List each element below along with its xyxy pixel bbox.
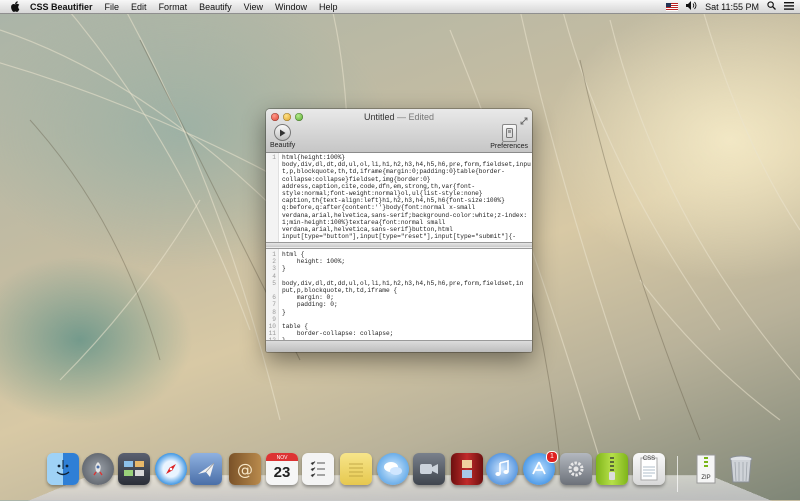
editor-window: Untitled — Edited Beautify Preferences 1… (266, 109, 532, 352)
menu-file[interactable]: File (105, 2, 120, 12)
volume-icon[interactable] (686, 1, 697, 12)
gear-icon[interactable] (560, 453, 592, 485)
preferences-button[interactable]: Preferences (490, 124, 528, 150)
code-line: 6 margin: 0; (272, 294, 334, 302)
calendar-day: 23 (273, 463, 291, 481)
code-line: caption,th{text-align:left}h1,h2,h3,h4,h… (282, 197, 505, 205)
css-document-icon[interactable]: CSS (633, 453, 665, 485)
beautify-button[interactable]: Beautify (270, 124, 295, 149)
dock: @ NOV 23 1 CSS ZIP (0, 451, 800, 500)
code-line: 1 html { (272, 251, 305, 258)
code-line: input[type="button"],input[type="reset"]… (282, 233, 516, 241)
calendar-month: NOV (276, 455, 288, 461)
pane-splitter[interactable] (266, 243, 532, 247)
menu-bar: CSS Beautifier File Edit Format Beautify… (0, 0, 800, 14)
code-line: style:normal;font-weight:normal}ol,ul{li… (282, 189, 483, 197)
code-line: 2 height: 100%; (272, 258, 346, 266)
preferences-label: Preferences (490, 143, 528, 150)
spotlight-search-icon[interactable] (767, 1, 776, 12)
code-line: put,p,blockquote,th,td,iframe { (282, 286, 398, 294)
apple-menu-icon[interactable] (10, 1, 22, 13)
code-line: verdana,arial,helvetica,sans-serif;backg… (282, 211, 528, 219)
calendar-icon[interactable]: NOV 23 (266, 453, 298, 485)
play-icon (274, 124, 292, 141)
window-status-bar (266, 340, 532, 352)
code-line: 4 (272, 272, 276, 280)
notification-center-icon[interactable] (784, 1, 794, 12)
us-flag-input-icon[interactable] (666, 2, 679, 11)
code-line: body,div,dl,dt,dd,ul,ol,li,h1,h2,h3,h4,h… (282, 161, 531, 169)
input-code-lines: 1 html{height:100%} body,div,dl,dt,dd,ul,… (266, 154, 532, 240)
menu-help[interactable]: Help (319, 2, 338, 12)
beautify-label: Beautify (270, 142, 296, 149)
app-store-icon[interactable]: 1 (523, 451, 558, 485)
input-css-editor[interactable]: 1 html{height:100%} body,div,dl,dt,dd,ul,… (266, 153, 532, 243)
code-line: q:before,q:after{content:''}body{font:no… (282, 204, 476, 212)
compass-icon[interactable] (155, 453, 187, 485)
finder-icon[interactable] (47, 453, 79, 485)
code-line: address,caption,cite,code,dfn,em,strong,… (282, 182, 476, 190)
zip-file-icon[interactable]: ZIP (690, 453, 722, 485)
code-line: 7 padding: 0; (272, 301, 338, 309)
code-line: 1;min-height:100%}textarea{font:normal s… (282, 218, 446, 226)
notepad-icon[interactable] (340, 453, 372, 485)
speech-bubbles-icon[interactable] (377, 453, 409, 485)
camera-icon[interactable] (413, 453, 445, 485)
menu-beautify[interactable]: Beautify (199, 2, 232, 12)
zip-file-label: ZIP (701, 475, 711, 481)
window-edited-indicator: — Edited (397, 112, 435, 122)
app-store-update-badge: 1 (546, 451, 558, 463)
menu-format[interactable]: Format (159, 2, 188, 12)
menu-clock[interactable]: Sat 11:55 PM (705, 2, 759, 12)
code-line: verdana,arial,helvetica,sans-serif}butto… (282, 225, 453, 233)
preferences-switch-icon (501, 124, 517, 142)
window-toolbar: Untitled — Edited Beautify Preferences (266, 109, 532, 153)
code-line: collapse:collapse}fieldset,img{border:0} (282, 175, 431, 183)
output-code-lines: 1 html { 2 height: 100%; 3} 4 5 body,div,d… (266, 251, 532, 341)
menu-app-name[interactable]: CSS Beautifier (30, 2, 93, 12)
code-line: 3} (272, 265, 286, 273)
code-line: 5 body,div,dl,dt,dd,ul,ol,li,h1,h2,h3,h4,… (272, 279, 524, 287)
code-line: 11 border-collapse: collapse; (268, 330, 394, 338)
code-line: t,p,blockquote,th,td,iframe{margin:0;pad… (282, 168, 505, 176)
window-title: Untitled — Edited (266, 112, 532, 122)
rocket-icon[interactable] (82, 453, 114, 485)
music-note-icon[interactable] (486, 453, 518, 485)
menu-window[interactable]: Window (275, 2, 307, 12)
checklist-icon[interactable] (302, 453, 334, 485)
window-title-text: Untitled (363, 112, 395, 122)
fullscreen-arrows-icon[interactable] (520, 112, 528, 125)
mission-control-icon[interactable] (118, 453, 150, 485)
code-line: 1 html{height:100%} (272, 154, 346, 161)
trash-icon[interactable] (725, 453, 757, 485)
menu-edit[interactable]: Edit (131, 2, 147, 12)
code-line: 10 table { (268, 322, 308, 330)
css-document-label: CSS (642, 456, 656, 462)
menu-view[interactable]: View (244, 2, 263, 12)
code-line: 9 (272, 315, 276, 323)
photo-booth-icon[interactable] (451, 453, 483, 485)
output-css-editor[interactable]: 1 html { 2 height: 100%; 3} 4 5 body,div,d… (266, 248, 532, 341)
address-book-icon[interactable]: @ (229, 453, 261, 485)
code-line: 8} (272, 308, 286, 316)
stamp-icon[interactable] (190, 453, 222, 485)
zipper-icon[interactable] (596, 453, 628, 485)
